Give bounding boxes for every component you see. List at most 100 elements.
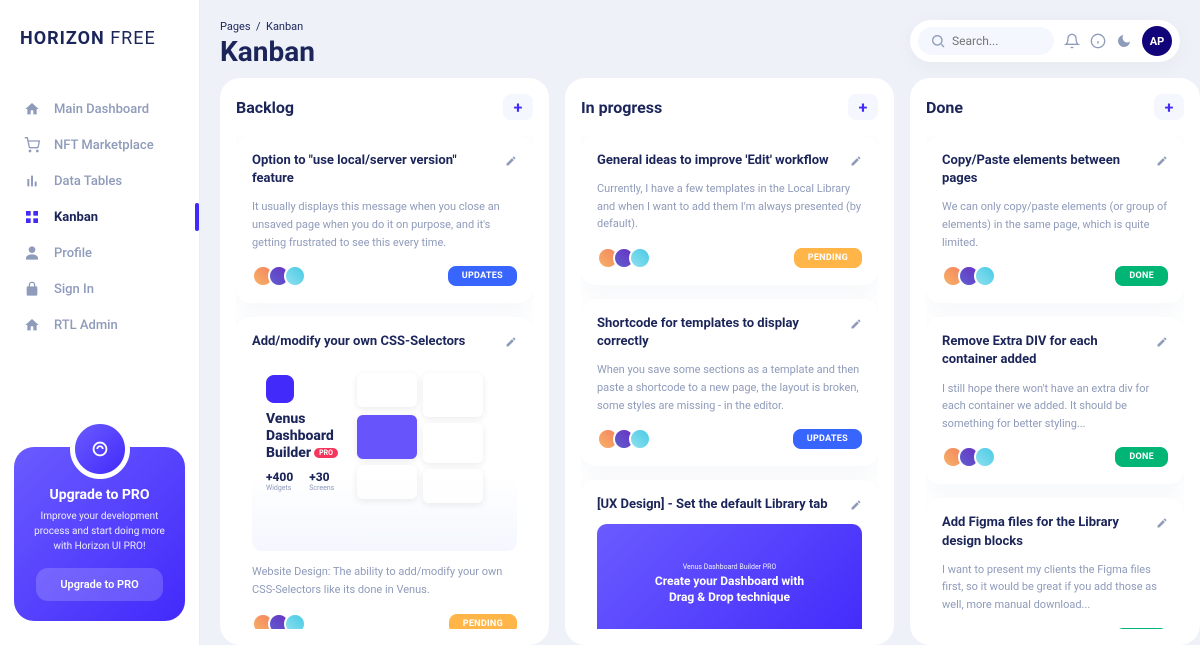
edit-icon[interactable] — [1156, 333, 1168, 345]
edit-icon[interactable] — [850, 152, 862, 164]
column-header: Backlog + — [236, 94, 533, 120]
sidebar-item-profile[interactable]: Profile — [0, 235, 199, 271]
add-card-button[interactable]: + — [503, 94, 533, 120]
card-title: Option to "use local/server version" fea… — [252, 152, 495, 188]
card-desc: Currently, I have a few templates in the… — [597, 180, 862, 233]
status-badge: PENDING — [794, 248, 862, 268]
kanban-card[interactable]: Option to "use local/server version" fea… — [236, 136, 533, 303]
column-done: Done + Copy/Paste elements between pagesWe… — [910, 78, 1200, 645]
search-input[interactable] — [952, 34, 1042, 48]
user-icon — [24, 245, 40, 261]
header-left: Pages / Kanban Kanban — [220, 20, 315, 68]
topbar-right: AP — [910, 20, 1180, 62]
nav-label: Profile — [54, 246, 92, 261]
upgrade-card: Upgrade to PRO Improve your development … — [14, 447, 185, 621]
card-list: Copy/Paste elements between pagesWe can … — [926, 136, 1184, 629]
search-box[interactable] — [918, 27, 1054, 55]
card-footer: UPDATES — [252, 265, 517, 287]
avatar — [974, 265, 996, 287]
avatars — [252, 613, 306, 629]
info-icon[interactable] — [1090, 33, 1106, 49]
nav-label: Data Tables — [54, 174, 122, 189]
card-footer: PENDING — [252, 613, 517, 629]
edit-icon[interactable] — [850, 315, 862, 327]
sidebar-nav: Main Dashboard NFT Marketplace Data Tables… — [0, 77, 199, 423]
card-title: General ideas to improve 'Edit' workflow — [597, 152, 829, 170]
avatars — [252, 265, 306, 287]
kanban-card[interactable]: Add/modify your own CSS-SelectorsVenusDa… — [236, 317, 533, 629]
status-badge: UPDATES — [448, 266, 517, 286]
add-card-button[interactable]: + — [1154, 94, 1184, 120]
brand-name: HORIZON — [20, 28, 105, 49]
nav-label: Kanban — [54, 210, 98, 225]
kanban-card[interactable]: [UX Design] - Set the default Library ta… — [581, 480, 878, 629]
add-card-button[interactable]: + — [848, 94, 878, 120]
card-title: Copy/Paste elements between pages — [942, 152, 1146, 188]
column-header: In progress+ — [581, 94, 878, 120]
kanban-card[interactable]: Copy/Paste elements between pagesWe can … — [926, 136, 1184, 303]
chart-icon — [24, 173, 40, 189]
column-header: Done + — [926, 94, 1184, 120]
avatar — [974, 446, 996, 468]
card-footer: PENDING — [597, 247, 862, 269]
card-desc: When you save some sections as a templat… — [597, 361, 862, 414]
card-title: Add Figma files for the Library design b… — [942, 514, 1146, 550]
upgrade-desc: Improve your development process and sta… — [30, 509, 169, 554]
column-title: Backlog — [236, 98, 294, 117]
avatar — [958, 627, 980, 629]
avatar — [284, 265, 306, 287]
nav-label: Main Dashboard — [54, 102, 149, 117]
home-icon — [24, 317, 40, 333]
sidebar-item-rtl-admin[interactable]: RTL Admin — [0, 307, 199, 343]
avatar — [942, 627, 964, 629]
card-title: [UX Design] - Set the default Library ta… — [597, 496, 828, 514]
upgrade-icon — [70, 419, 130, 479]
kanban-card[interactable]: General ideas to improve 'Edit' workflow… — [581, 136, 878, 285]
card-footer: DONE — [942, 627, 1168, 629]
bell-icon[interactable] — [1064, 33, 1080, 49]
kanban-card[interactable]: Shortcode for templates to display corre… — [581, 299, 878, 466]
sidebar-item-main-dashboard[interactable]: Main Dashboard — [0, 91, 199, 127]
edit-icon[interactable] — [1156, 152, 1168, 164]
sidebar-item-nft-marketplace[interactable]: NFT Marketplace — [0, 127, 199, 163]
card-image: Venus Dashboard Builder PROCreate your D… — [597, 524, 862, 629]
edit-icon[interactable] — [505, 333, 517, 345]
lock-icon — [24, 281, 40, 297]
kanban-card[interactable]: Add Figma files for the Library design b… — [926, 498, 1184, 629]
status-badge: DONE — [1115, 447, 1168, 467]
avatar — [974, 627, 996, 629]
avatar — [629, 247, 651, 269]
moon-icon[interactable] — [1116, 33, 1132, 49]
cart-icon — [24, 137, 40, 153]
upgrade-title: Upgrade to PRO — [30, 487, 169, 503]
card-title: Shortcode for templates to display corre… — [597, 315, 840, 351]
breadcrumb[interactable]: Pages / Kanban — [220, 20, 315, 33]
home-icon — [24, 101, 40, 117]
edit-icon[interactable] — [1156, 514, 1168, 526]
user-avatar[interactable]: AP — [1142, 26, 1172, 56]
page-title: Kanban — [220, 35, 315, 68]
nav-label: RTL Admin — [54, 318, 118, 333]
upgrade-button[interactable]: Upgrade to PRO — [36, 568, 162, 601]
edit-icon[interactable] — [505, 152, 517, 164]
kanban-board: Backlog + Option to "use local/server vers… — [220, 78, 1200, 645]
sidebar-item-kanban[interactable]: Kanban — [0, 199, 199, 235]
nav-label: NFT Marketplace — [54, 138, 154, 153]
card-desc: It usually displays this message when yo… — [252, 198, 517, 251]
avatar — [629, 428, 651, 450]
sidebar-item-data-tables[interactable]: Data Tables — [0, 163, 199, 199]
status-badge: PENDING — [449, 614, 517, 629]
card-footer: DONE — [942, 265, 1168, 287]
edit-icon[interactable] — [850, 496, 862, 508]
status-badge: DONE — [1115, 628, 1168, 629]
topbar: Pages / Kanban Kanban AP — [220, 20, 1200, 68]
card-desc: Website Design: The ability to add/modif… — [252, 563, 517, 598]
card-desc: I still hope there won't have an extra d… — [942, 380, 1168, 433]
avatars — [597, 428, 651, 450]
kanban-card[interactable]: Remove Extra DIV for each container adde… — [926, 317, 1184, 484]
search-icon — [930, 33, 946, 49]
column-title: Done — [926, 98, 963, 117]
column-backlog: Backlog + Option to "use local/server vers… — [220, 78, 549, 645]
main: Pages / Kanban Kanban AP Backlog + Option … — [200, 0, 1200, 645]
sidebar-item-sign-in[interactable]: Sign In — [0, 271, 199, 307]
